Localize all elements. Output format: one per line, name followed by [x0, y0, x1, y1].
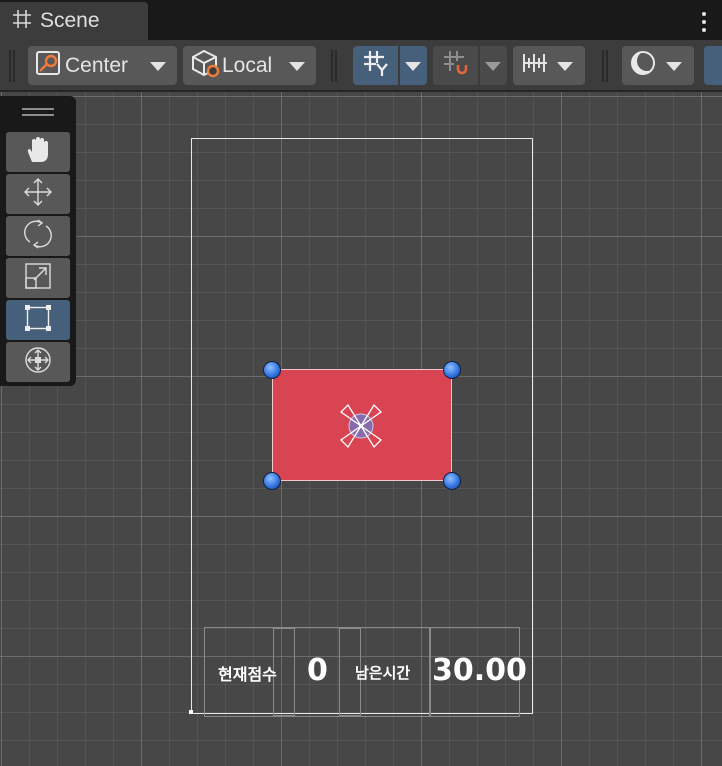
- pivot-center-icon: [35, 50, 61, 82]
- increment-snap-dropdown[interactable]: [513, 46, 585, 85]
- pivot-anchor-icon[interactable]: [336, 401, 386, 451]
- scene-viewport[interactable]: 현재점수 0 남은시간 30.00: [0, 92, 722, 766]
- toolbar-grip[interactable]: [602, 50, 608, 82]
- pivot-mode-label: Center: [65, 53, 129, 77]
- overlay-drag-handle[interactable]: [22, 108, 54, 116]
- rotate-tool-button[interactable]: [6, 216, 70, 256]
- scene-tab-label: Scene: [40, 9, 100, 32]
- hash-grid-icon: [12, 9, 32, 33]
- score-value: 0: [307, 653, 328, 688]
- rect-handle-bottom-left[interactable]: [263, 472, 281, 490]
- transform-icon: [22, 344, 54, 380]
- scene-tab[interactable]: Scene: [0, 2, 148, 40]
- time-label: 남은시간: [355, 664, 411, 682]
- score-label: 현재점수: [218, 665, 277, 684]
- rect-transform-icon: [22, 302, 54, 338]
- grid-y-icon: [362, 49, 390, 83]
- chevron-down-icon: [557, 62, 573, 71]
- hand-icon: [23, 135, 53, 169]
- scale-icon: [22, 260, 54, 296]
- chevron-down-icon: [666, 62, 682, 71]
- tab-bar: Scene: [0, 0, 722, 40]
- move-tool-button[interactable]: [6, 174, 70, 214]
- rect-handle-top-right[interactable]: [443, 361, 461, 379]
- canvas-corner-marker: [189, 710, 193, 714]
- local-cube-icon: [190, 48, 220, 84]
- rect-handle-bottom-right[interactable]: [443, 472, 461, 490]
- rect-tool-button[interactable]: [6, 300, 70, 340]
- hand-tool-button[interactable]: [6, 132, 70, 172]
- rect-handle-top-left[interactable]: [263, 361, 281, 379]
- text-rect-outline: [429, 628, 431, 716]
- chevron-down-icon: [405, 62, 421, 71]
- rotate-icon: [22, 218, 54, 254]
- time-value: 30.00: [432, 653, 527, 688]
- tools-overlay: [0, 96, 76, 386]
- increment-snap-ruler-icon: [521, 50, 549, 82]
- shading-sphere-icon: [629, 49, 657, 83]
- grid-snap-magnet-icon: [442, 49, 470, 83]
- view-2d-toggle[interactable]: [704, 46, 722, 85]
- grid-snap-dropdown[interactable]: [480, 46, 507, 85]
- chevron-down-icon: [150, 62, 166, 71]
- scene-toolbar: Center Local: [0, 40, 722, 91]
- render-mode-dropdown[interactable]: [622, 46, 694, 85]
- pivot-rotation-dropdown[interactable]: Local: [183, 46, 316, 85]
- toolbar-grip[interactable]: [331, 50, 337, 82]
- scale-tool-button[interactable]: [6, 258, 70, 298]
- transform-tool-button[interactable]: [6, 342, 70, 382]
- grid-axis-dropdown[interactable]: [400, 46, 427, 85]
- toolbar-grip[interactable]: [9, 50, 15, 82]
- chevron-down-icon: [289, 62, 305, 71]
- pivot-rotation-label: Local: [222, 53, 273, 77]
- grid-snap-button[interactable]: [433, 46, 478, 85]
- chevron-down-icon: [485, 62, 501, 71]
- pivot-mode-dropdown[interactable]: Center: [28, 46, 177, 85]
- more-options-icon[interactable]: [702, 12, 706, 32]
- move-arrows-icon: [22, 176, 54, 212]
- grid-toggle-button[interactable]: [353, 46, 398, 85]
